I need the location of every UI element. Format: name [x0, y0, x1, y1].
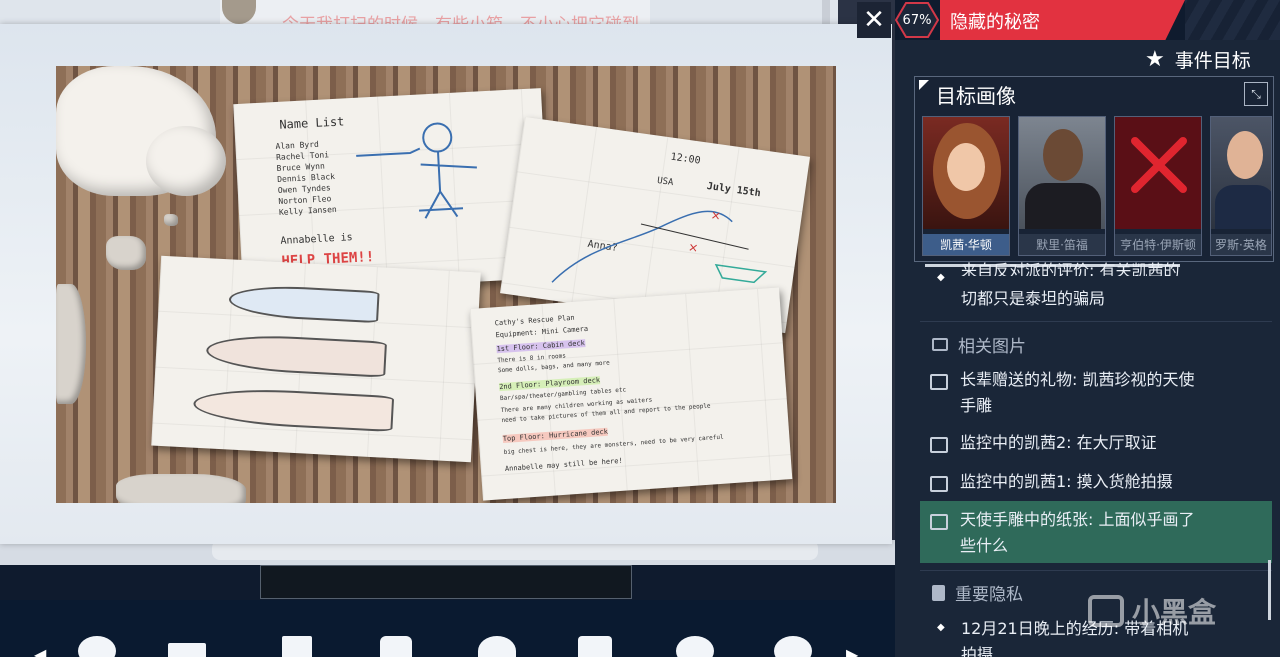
name-list-entry: Rachel Toni — [275, 150, 330, 163]
star-icon: ★ — [1145, 47, 1165, 72]
portrait-murray[interactable]: 默里·笛福 — [1018, 116, 1106, 256]
heybox-logo-icon — [1088, 595, 1124, 627]
bottom-dock — [0, 600, 895, 657]
divider — [920, 321, 1272, 322]
name-list-entry: Dennis Black — [277, 171, 336, 184]
portrait-image — [1211, 117, 1271, 229]
face-shape — [1227, 131, 1263, 179]
list-scrollbar[interactable] — [1268, 560, 1271, 620]
portrait-cathy[interactable]: 凯茜·华顿 — [922, 116, 1010, 256]
name-list-title: Name List — [279, 114, 345, 132]
debris — [56, 284, 86, 404]
face-shape — [1043, 129, 1083, 181]
related-image-item[interactable]: 长辈赠送的礼物: 凯茜珍视的天使 手雕 — [920, 367, 1272, 423]
dock-left-arrow[interactable]: ◀ — [34, 645, 46, 657]
debris — [116, 474, 246, 503]
divider — [920, 570, 1272, 571]
privacy-title: 重要隐私 — [955, 585, 1023, 605]
portrait-name: 亨伯特·伊斯顿 — [1115, 234, 1201, 255]
file-icon[interactable] — [282, 636, 312, 657]
close-icon: ✕ — [863, 5, 885, 35]
related-image-item[interactable]: 监控中的凯茜2: 在大厅取证 — [920, 430, 1272, 462]
portrait-name: 默里·笛福 — [1019, 234, 1105, 255]
event-goal-label: 事件目标 — [1174, 50, 1251, 72]
item-line: 拍摄 — [961, 645, 994, 657]
name-list-entry: Owen Tyndes — [277, 183, 331, 195]
name-list-entry: Alan Byrd — [275, 139, 320, 152]
debris — [106, 236, 146, 270]
stick-figure-drawing — [356, 122, 477, 219]
plan-line: 1st Floor: Cabin deck — [496, 339, 586, 354]
name-list-entry: Bruce Wynn — [276, 161, 326, 173]
portrait-name: 罗斯·英格 — [1211, 234, 1271, 255]
crossed-out-icon — [1131, 137, 1187, 193]
related-image-item[interactable]: 监控中的凯茜1: 摸入货舱拍摄 — [920, 469, 1272, 501]
related-images-header: 相关图片 — [932, 332, 1026, 357]
title-stripe-decoration — [1185, 0, 1280, 40]
debris — [164, 214, 178, 226]
close-viewer-button[interactable]: ✕ — [857, 2, 891, 38]
collapse-icon: ⤡ — [1251, 86, 1261, 101]
game-screen: 今天我打扫的时候，有些小箱，不小心把它碰到 ✕ Name List Alan B… — [0, 0, 1280, 657]
watermark: 小黑盒 — [1088, 591, 1216, 631]
annabelle-line: Annabelle is — [280, 232, 353, 247]
portrait-image — [1019, 117, 1105, 229]
event-title: 隐藏的秘密 — [950, 12, 1040, 33]
ship-plan-paper — [151, 255, 481, 463]
related-image-item-selected[interactable]: 天使手雕中的纸张: 上面似乎画了 些什么 — [920, 501, 1272, 563]
name-list-entry: Kelly Iansen — [278, 204, 337, 217]
portrait-ross[interactable]: 罗斯·英格 — [1210, 116, 1272, 256]
svg-text:×: × — [687, 240, 699, 255]
suit-shape — [1215, 185, 1271, 229]
angel-papers-photo: Name List Alan Byrd Rachel Toni Bruce Wy… — [56, 66, 836, 503]
portrait-image — [923, 117, 1009, 229]
item-line: 手雕 — [960, 396, 993, 415]
plan-line: Equipment: Mini Camera — [495, 324, 589, 340]
photo-search-icon — [930, 437, 948, 453]
medical-icon[interactable] — [578, 636, 612, 657]
plan-line: Top Floor: Hurricane deck — [502, 427, 609, 444]
item-line: 天使手雕中的纸张: 上面似乎画了 — [960, 510, 1195, 529]
clipboard-icon — [932, 584, 945, 601]
rescue-plan-paper: Cathy's Rescue Plan Equipment: Mini Came… — [469, 287, 793, 501]
suit-shape — [1025, 183, 1101, 229]
plan-line: Cathy's Rescue Plan — [494, 313, 575, 328]
ship-deck-drawing — [192, 385, 395, 433]
ship-deck-drawing — [228, 283, 380, 324]
progress-percent: 67% — [902, 12, 932, 28]
portrait-image — [1115, 117, 1201, 229]
progress-indicator: 67% — [895, 1, 939, 39]
portrait-name: 凯茜·华顿 — [923, 234, 1009, 255]
corner-marker — [919, 80, 929, 90]
shield-icon[interactable] — [380, 636, 412, 657]
item-line: 监控中的凯茜2: 在大厅取证 — [960, 433, 1157, 452]
collapse-button[interactable]: ⤡ — [1244, 82, 1268, 106]
watermark-text: 小黑盒 — [1132, 596, 1217, 629]
related-images-title: 相关图片 — [958, 337, 1026, 357]
svg-text:×: × — [710, 208, 722, 223]
dock-right-arrow[interactable]: ▶ — [846, 645, 858, 657]
privacy-header: 重要隐私 — [932, 580, 1023, 605]
item-line: 监控中的凯茜1: 摸入货舱拍摄 — [960, 472, 1173, 491]
cloth-shape — [146, 126, 226, 196]
name-list-entry: Norton Fleo — [278, 194, 332, 206]
event-goal-header: ★ 事件目标 — [1145, 46, 1251, 73]
bullet-marker: ◆ — [937, 272, 945, 283]
portrait-humbert[interactable]: 亨伯特·伊斯顿 — [1114, 116, 1202, 256]
photo-search-icon — [930, 476, 948, 492]
item-line: 长辈赠送的礼物: 凯茜珍视的天使 — [960, 370, 1195, 389]
photo-search-icon — [930, 514, 948, 530]
partial-info-line: 切都只是泰坦的骗局 — [961, 289, 1106, 308]
mail-icon[interactable] — [168, 643, 206, 657]
image-icon — [932, 338, 948, 351]
bullet-marker: ◆ — [937, 622, 945, 633]
face-shape — [947, 143, 985, 191]
ship-deck-drawing — [205, 332, 388, 378]
dialog-box — [260, 565, 632, 599]
plan-line: Annabelle may still be here! — [504, 456, 623, 473]
portrait-section-title: 目标画像 — [936, 84, 1016, 108]
item-line: 些什么 — [960, 536, 1009, 555]
photo-search-icon — [930, 374, 948, 390]
partial-info-line: 来自反对派的评价: 有关凯茜的 — [961, 261, 1180, 276]
